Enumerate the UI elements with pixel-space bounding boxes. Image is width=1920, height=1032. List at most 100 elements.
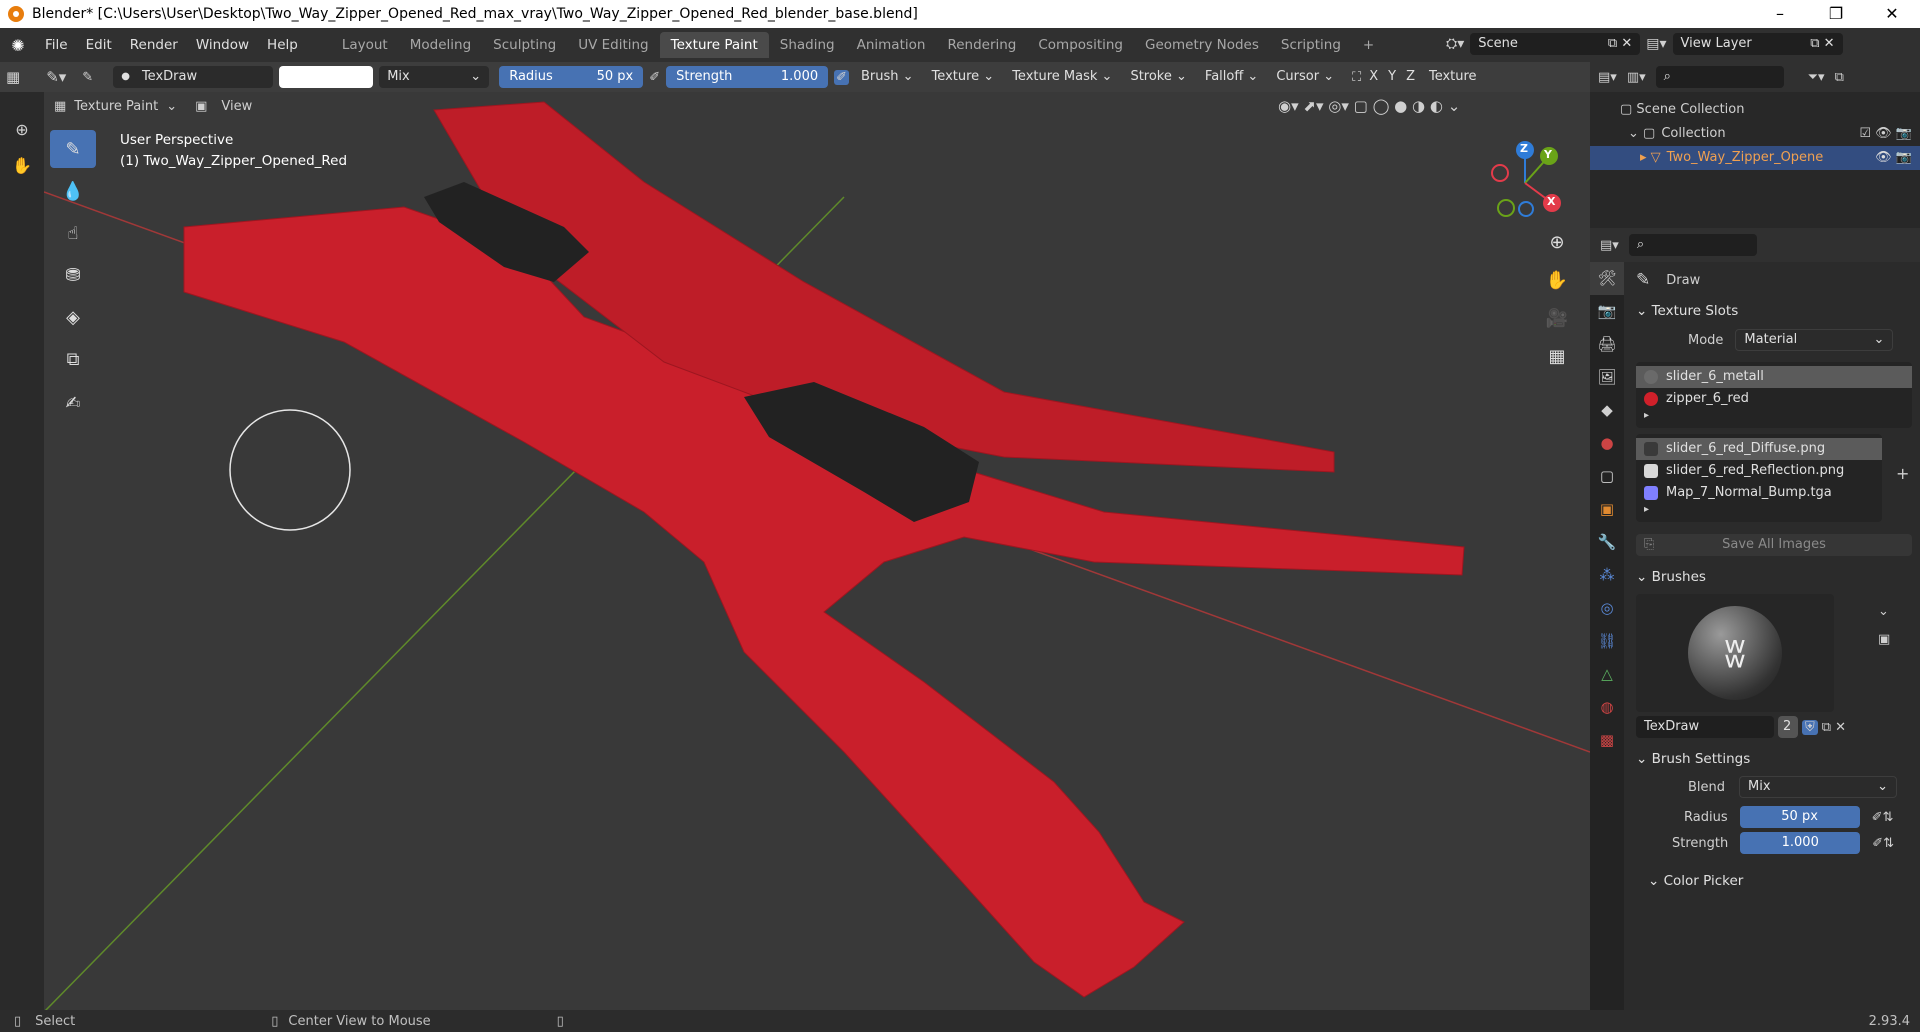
pan-view-icon[interactable]: ✋ [1544, 270, 1570, 308]
stroke-menu[interactable]: Stroke ⌄ [1124, 66, 1192, 88]
tab-world-icon[interactable]: ● [1590, 427, 1624, 460]
tab-animation[interactable]: Animation [846, 32, 937, 58]
editor-type-icon[interactable]: ▦ [6, 68, 20, 86]
tab-geometry-nodes[interactable]: Geometry Nodes [1134, 32, 1270, 58]
new-collection-icon[interactable]: ⧉ [1835, 70, 1844, 85]
mask-tool-icon[interactable]: ⧉ [50, 340, 96, 378]
tab-uv-editing[interactable]: UV Editing [567, 32, 659, 58]
strength-pressure-icon[interactable]: ✐ [834, 69, 850, 85]
outliner[interactable]: ▤▾ ▥▾ ⌕ ⏷▾ ⧉ ▢ Scene Collection ⌄ ▢ Coll… [1590, 62, 1920, 228]
list-item[interactable]: slider_6_metall [1636, 366, 1912, 388]
radius-slider[interactable]: 50 px [1739, 806, 1860, 828]
visibility-icon[interactable]: ☑ 👁 📷 [1859, 122, 1912, 146]
viewport-shading-icons[interactable]: ◉▾ ⬈▾ ◎▾ ▢ ◯ ● ◑ ◐ ⌄ [1278, 97, 1460, 115]
new-scene-icon[interactable]: ⧉ ✕ [1608, 33, 1632, 55]
brush-preview[interactable]: ʬ [1636, 594, 1834, 712]
tab-scene-icon[interactable]: ◆ [1590, 394, 1624, 427]
tab-layout[interactable]: Layout [331, 32, 399, 58]
tab-physics-icon[interactable]: ◎ [1590, 592, 1624, 625]
tab-shading[interactable]: Shading [769, 32, 846, 58]
mode-selector[interactable]: Texture Paint [74, 99, 158, 114]
tab-particles-icon[interactable]: ⁂ [1590, 559, 1624, 592]
symmetry-icon[interactable]: ⛶ [1352, 70, 1361, 85]
paint-mask-icon[interactable]: ▣ [195, 99, 207, 114]
zoom-icon[interactable]: ⊕ [0, 120, 44, 156]
outliner-editor-icon[interactable]: ▤▾ [1598, 70, 1617, 85]
texture-tab[interactable]: Texture [1423, 66, 1483, 88]
radius-pressure-icon[interactable]: ✐ [649, 70, 660, 85]
strength-slider[interactable]: Strength 1.000 [666, 66, 829, 88]
mirror-z-toggle[interactable]: Z [1404, 66, 1417, 88]
menu-file[interactable]: File [36, 37, 77, 53]
outliner-search-input[interactable]: ⌕ [1655, 66, 1784, 88]
radius-slider[interactable]: Radius 50 px [499, 66, 644, 88]
unlink-brush-icon[interactable]: ✕ [1835, 720, 1846, 735]
clone-tool-icon[interactable]: ⛃ [50, 256, 96, 294]
tool-mode-icon[interactable]: ✎▾ [46, 68, 66, 86]
list-item[interactable]: Map_7_Normal_Bump.tga [1636, 482, 1882, 504]
list-resize-handle[interactable]: ▸ [1636, 504, 1882, 518]
tab-material-icon[interactable]: ◍ [1590, 691, 1624, 724]
list-item[interactable]: slider_6_red_Diffuse.png [1636, 438, 1882, 460]
tab-texture-icon[interactable]: ▩ [1590, 724, 1624, 757]
tab-data-icon[interactable]: △ [1590, 658, 1624, 691]
mode-dropdown[interactable]: Material ⌄ [1735, 329, 1894, 351]
pan-icon[interactable]: ✋ [0, 156, 44, 175]
tab-compositing[interactable]: Compositing [1027, 32, 1134, 58]
filter-icon[interactable]: ⏷▾ [1808, 70, 1825, 85]
tab-collection-icon[interactable]: ▢ [1590, 460, 1624, 493]
mirror-y-toggle[interactable]: Y [1386, 66, 1398, 88]
strength-pressure-icon[interactable]: ✐⇅ [1872, 836, 1894, 851]
menu-window[interactable]: Window [187, 37, 258, 53]
tab-modeling[interactable]: Modeling [399, 32, 482, 58]
brush-menu[interactable]: Brush ⌄ [855, 66, 920, 88]
3d-viewport[interactable]: ▦ Texture Paint ⌄ ▣ View ◉▾ ⬈▾ ◎▾ ▢ ◯ ● … [44, 92, 1590, 1010]
display-mode-icon[interactable]: ▥▾ [1627, 70, 1646, 85]
draw-tool-icon[interactable]: ✎ [50, 130, 96, 168]
object-row[interactable]: ▸ ▽ Two_Way_Zipper_Opene 👁 📷 [1590, 146, 1920, 170]
brush-users-count[interactable]: 2 [1778, 716, 1798, 738]
save-all-images-button[interactable]: ⎘ Save All Images [1636, 534, 1912, 556]
add-slot-button[interactable]: + [1896, 464, 1909, 483]
minimize-button[interactable]: – [1752, 0, 1808, 28]
menu-edit[interactable]: Edit [77, 37, 121, 53]
fill-tool-icon[interactable]: ◈ [50, 298, 96, 336]
scene-collection-row[interactable]: ▢ Scene Collection [1620, 98, 1920, 122]
brush-icon[interactable]: ✎ [82, 70, 93, 85]
scene-selector[interactable]: Scene ⧉ ✕ [1470, 33, 1641, 55]
tab-texture-paint[interactable]: Texture Paint [659, 32, 769, 58]
brush-color-swatch[interactable] [279, 66, 374, 88]
blend-mode-dropdown[interactable]: Mix ⌄ [379, 66, 490, 88]
ortho-toggle-icon[interactable]: ▦ [1544, 346, 1570, 384]
color-picker-header[interactable]: ⌄ Color Picker [1628, 868, 1920, 894]
tab-tool-icon[interactable]: 🛠 [1590, 262, 1624, 295]
brush-settings-header[interactable]: ⌄ Brush Settings [1628, 746, 1920, 772]
texture-mask-menu[interactable]: Texture Mask ⌄ [1006, 66, 1118, 88]
menu-help[interactable]: Help [258, 37, 307, 53]
fake-user-icon[interactable]: ⛨ [1802, 719, 1818, 735]
tab-scripting[interactable]: Scripting [1270, 32, 1352, 58]
view-menu[interactable]: View [221, 99, 252, 114]
properties-editor-icon[interactable]: ▤▾ [1600, 238, 1619, 253]
smear-tool-icon[interactable]: ☝ [50, 214, 96, 252]
maximize-button[interactable]: ❐ [1808, 0, 1864, 28]
radius-pressure-icon[interactable]: ✐⇅ [1872, 810, 1894, 825]
tab-view-layer-icon[interactable]: 🖼 [1590, 361, 1624, 394]
strength-slider[interactable]: 1.000 [1740, 832, 1861, 854]
brush-name-field[interactable]: TexDraw [1636, 716, 1774, 738]
menu-render[interactable]: Render [121, 37, 187, 53]
visibility-icon[interactable]: 👁 📷 [1875, 146, 1912, 170]
list-item[interactable]: slider_6_red_Reflection.png [1636, 460, 1882, 482]
view-layer-selector[interactable]: View Layer ⧉ ✕ [1672, 33, 1843, 55]
blend-dropdown[interactable]: Mix ⌄ [1739, 776, 1898, 798]
blender-menu-icon[interactable]: ✺ [0, 36, 36, 55]
mirror-x-toggle[interactable]: X [1367, 66, 1380, 88]
tab-object-icon[interactable]: ▣ [1590, 493, 1624, 526]
duplicate-brush-icon[interactable]: ⧉ [1822, 720, 1831, 735]
new-view-layer-icon[interactable]: ⧉ ✕ [1810, 33, 1834, 55]
collection-row[interactable]: ⌄ ▢ Collection ☑ 👁 📷 [1620, 122, 1920, 146]
cursor-menu[interactable]: Cursor ⌄ [1270, 66, 1340, 88]
close-button[interactable]: ✕ [1864, 0, 1920, 28]
list-item[interactable]: zipper_6_red [1636, 388, 1912, 410]
scene-icon[interactable]: ⛭▾ [1446, 36, 1464, 52]
